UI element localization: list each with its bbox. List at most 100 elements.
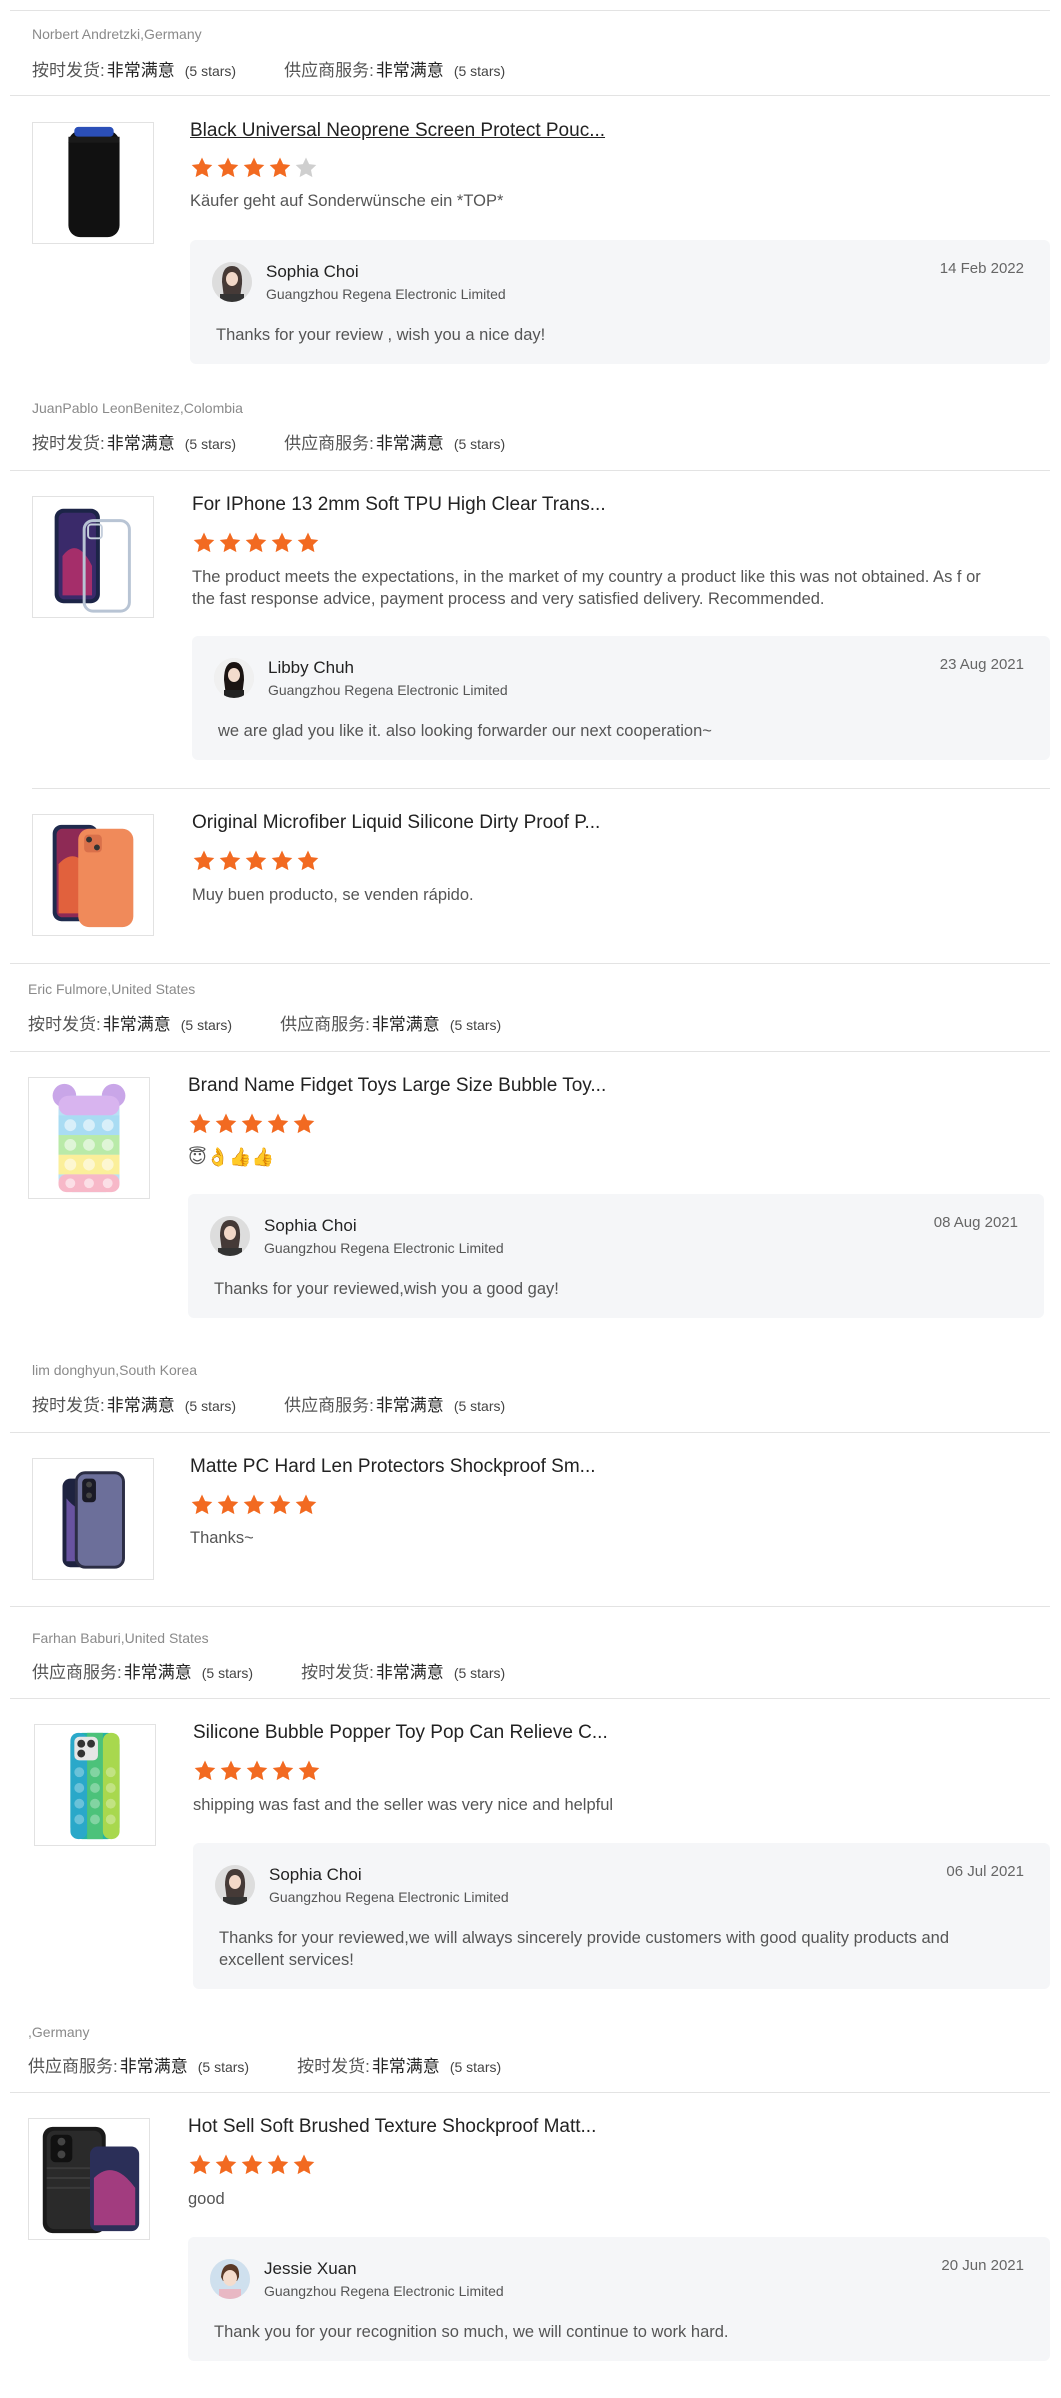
service-stars: (5 stars): [449, 1017, 502, 1033]
product-title-link[interactable]: Black Universal Neoprene Screen Protect …: [190, 120, 605, 142]
product-thumbnail[interactable]: [34, 1724, 156, 1846]
star-rating: [188, 2153, 316, 2177]
service-value: 非常满意: [119, 2057, 188, 2076]
star-filled-icon: [241, 2154, 263, 2175]
star-filled-icon: [219, 532, 241, 553]
star-filled-icon: [269, 157, 291, 178]
star-filled-icon: [269, 1494, 291, 1515]
divider: [32, 788, 1050, 789]
star-rating: [193, 1759, 321, 1783]
service-stars: (5 stars): [453, 436, 506, 452]
review-text: shipping was fast and the seller was ver…: [193, 1796, 614, 1814]
service-label: 供应商服务:: [28, 2057, 118, 2076]
product-title-link[interactable]: For IPhone 13 2mm Soft TPU High Clear Tr…: [192, 494, 606, 516]
product-thumbnail[interactable]: [28, 2118, 150, 2240]
reply-author-name: Sophia Choi: [266, 262, 359, 281]
seller-reply: Jessie Xuan Guangzhou Regena Electronic …: [188, 2237, 1050, 2361]
star-filled-icon: [297, 532, 319, 553]
delivery-rating: 按时发货: 非常满意 (5 stars): [32, 56, 236, 81]
star-filled-icon: [193, 532, 215, 553]
service-stars: (5 stars): [453, 63, 506, 79]
star-filled-icon: [215, 1113, 237, 1134]
avatar: [215, 1865, 255, 1905]
delivery-label: 按时发货:: [32, 434, 105, 453]
reply-company: Guangzhou Regena Electronic Limited: [264, 2283, 504, 2299]
reply-message: Thanks for your review , wish you a nice…: [216, 326, 546, 344]
divider: [10, 2092, 1050, 2093]
service-value: 非常满意: [375, 61, 444, 80]
divider: [10, 1432, 1050, 1433]
delivery-stars: (5 stars): [184, 63, 237, 79]
star-filled-icon: [191, 157, 213, 178]
reply-date: 23 Aug 2021: [939, 656, 1024, 673]
bubble-fidget-case-image: [52, 1083, 126, 1193]
star-filled-icon: [194, 1760, 216, 1781]
star-filled-icon: [293, 2154, 315, 2175]
divider: [10, 963, 1050, 964]
reply-date: 14 Feb 2022: [939, 260, 1024, 277]
divider: [10, 95, 1050, 96]
service-rating: 供应商服务: 非常满意 (5 stars): [284, 1391, 505, 1416]
reply-date: 06 Jul 2021: [946, 1863, 1024, 1880]
reviewer-name: Norbert Andretzki,Germany: [32, 26, 202, 42]
avatar: [210, 1216, 250, 1256]
product-thumbnail[interactable]: [28, 1077, 150, 1199]
reply-date: 20 Jun 2021: [941, 2257, 1024, 2274]
ratings-row: 按时发货: 非常满意 (5 stars) 供应商服务: 非常满意 (5 star…: [28, 1010, 549, 1035]
star-filled-icon: [217, 157, 239, 178]
delivery-value: 非常满意: [371, 2057, 440, 2076]
product-thumbnail[interactable]: [32, 814, 154, 936]
review-text: 😇👌👍👍: [188, 1147, 275, 1167]
product-title-link[interactable]: Silicone Bubble Popper Toy Pop Can Relie…: [193, 1722, 608, 1744]
service-label: 供应商服务:: [280, 1015, 370, 1034]
reviewer-name: lim donghyun,South Korea: [32, 1362, 197, 1378]
star-filled-icon: [245, 850, 267, 871]
star-filled-icon: [193, 850, 215, 871]
reply-author-name: Sophia Choi: [269, 1865, 362, 1884]
reviewer-name: ,Germany: [28, 2024, 90, 2040]
delivery-label: 按时发货:: [32, 1396, 105, 1415]
product-title-link[interactable]: Matte PC Hard Len Protectors Shockproof …: [190, 1456, 596, 1478]
divider: [10, 470, 1050, 471]
delivery-stars: (5 stars): [449, 2059, 502, 2075]
star-rating: [190, 156, 318, 180]
product-title-link[interactable]: Brand Name Fidget Toys Large Size Bubble…: [188, 1075, 606, 1097]
star-filled-icon: [297, 850, 319, 871]
reviews-page: Norbert Andretzki,Germany 按时发货: 非常满意 (5 …: [0, 0, 1061, 2398]
delivery-stars: (5 stars): [184, 436, 237, 452]
star-filled-icon: [295, 1494, 317, 1515]
delivery-rating: 按时发货: 非常满意 (5 stars): [28, 1010, 232, 1035]
product-thumbnail[interactable]: [32, 496, 154, 618]
product-thumbnail[interactable]: [32, 1458, 154, 1580]
review-text: The product meets the expectations, in t…: [192, 568, 981, 608]
star-rating: [192, 849, 320, 873]
ratings-row: 供应商服务: 非常满意 (5 stars) 按时发货: 非常满意 (5 star…: [28, 2052, 549, 2077]
bubble-popper-case-image: [70, 1732, 120, 1840]
silicone-case-image: [52, 824, 134, 928]
service-value: 非常满意: [375, 1396, 444, 1415]
divider: [10, 1698, 1050, 1699]
service-stars: (5 stars): [453, 1398, 506, 1414]
reviewer-name: Eric Fulmore,United States: [28, 981, 196, 997]
divider: [10, 1051, 1050, 1052]
ratings-row: 按时发货: 非常满意 (5 stars) 供应商服务: 非常满意 (5 star…: [32, 429, 553, 454]
star-filled-icon: [217, 1494, 239, 1515]
service-label: 供应商服务:: [284, 61, 374, 80]
product-thumbnail[interactable]: [32, 122, 154, 244]
star-filled-icon: [298, 1760, 320, 1781]
reply-message: Thanks for your reviewed,we will always …: [219, 1929, 949, 1969]
reply-message: Thank you for your recognition so much, …: [214, 2323, 729, 2341]
service-label: 供应商服务:: [284, 434, 374, 453]
product-title-link[interactable]: Hot Sell Soft Brushed Texture Shockproof…: [188, 2116, 596, 2138]
delivery-rating: 按时发货: 非常满意 (5 stars): [32, 429, 236, 454]
star-empty-icon: [295, 157, 317, 178]
star-filled-icon: [241, 1113, 263, 1134]
reply-message: Thanks for your reviewed,wish you a good…: [214, 1280, 559, 1298]
service-label: 供应商服务:: [284, 1396, 374, 1415]
star-filled-icon: [215, 2154, 237, 2175]
product-title-link[interactable]: Original Microfiber Liquid Silicone Dirt…: [192, 812, 600, 834]
delivery-label: 按时发货:: [297, 2057, 370, 2076]
star-filled-icon: [271, 532, 293, 553]
avatar: [214, 658, 254, 698]
star-filled-icon: [220, 1760, 242, 1781]
